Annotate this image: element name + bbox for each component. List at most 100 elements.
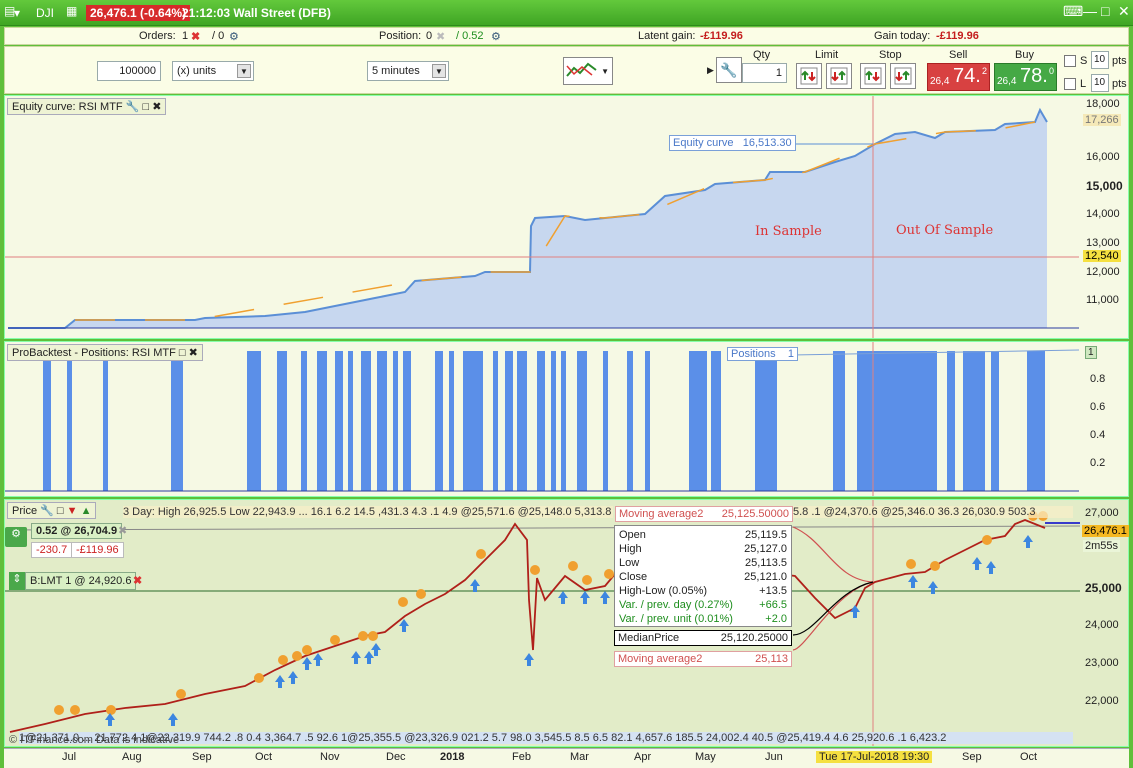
limit-sell-button[interactable] [826,63,852,89]
window-icon[interactable]: □ [179,347,186,359]
cursor-date-tag: Tue 17-Jul-2018 19:30 [816,751,933,763]
quantity-input[interactable]: 100000 [97,61,161,81]
in-sample-label: In Sample [755,224,822,239]
pending-order-box[interactable]: B:LMT 1 @ 24,920.6 [25,572,137,590]
ma-bottom-label: Moving average2 [618,653,703,665]
price-top-overlay-right: 5.8 .1 @24,370.6 @25,346.0 36.3 26,030.9… [793,506,1073,518]
price-chart [5,500,1080,746]
price-title-text: Price [12,505,38,517]
short-pts-label: pts [1112,55,1127,67]
y-tick: 16,000 [1086,151,1120,163]
orders-settings-icon[interactable]: ⚙ [229,30,239,43]
gear-icon[interactable]: ⚙ [5,527,27,547]
moving-average-top-box: Moving average2 25,125.50000 [615,506,793,522]
tooltip-value: +13.5 [759,585,787,597]
long-checkbox[interactable] [1064,78,1076,90]
wrench-icon[interactable]: 🔧 [126,101,140,113]
instrument-name[interactable]: DJI [36,6,54,20]
wrench-icon[interactable]: 🔧 [40,505,54,517]
x-tick: May [695,751,716,763]
stop-sell-icon [894,67,912,85]
long-pts-input[interactable]: 10 [1091,74,1109,92]
gain-today-value: -£119.96 [936,30,979,42]
y-tick: 0.4 [1090,429,1106,441]
buy-arrow-icon[interactable]: ▲ [81,505,92,517]
last-price-tag: 26,476.1 [1082,525,1129,537]
equity-chart [5,96,1079,338]
grid-icon[interactable]: ▦ [66,4,77,18]
cancel-orders-icon[interactable]: ✖ [191,30,200,43]
tooltip-value: 25,127.0 [744,543,787,555]
tooltip-value: +66.5 [759,599,787,611]
info-bar: Orders: 1 ✖ / 0 ⚙ Position: 0 ✖ / 0.52 ⚙… [4,27,1129,45]
sell-button[interactable]: 26,4 74. 2 [927,63,990,91]
position-settings-icon[interactable]: ⚙ [491,30,501,43]
tooltip-value: 25,121.0 [744,571,787,583]
sell-arrow-icon[interactable]: ▼ [67,505,78,517]
move-order-icon[interactable]: ⇕ [9,572,25,590]
equity-curve-label: Equity curve 16,513.30 [669,135,796,151]
buy-price-sup: 0 [1049,66,1055,76]
x-tick: Nov [320,751,340,763]
qty-label: Qty [753,49,771,61]
tooltip-value: 25,113.5 [744,557,787,569]
y-tick: 25,000 [1085,581,1122,595]
keyboard-icon[interactable]: ⌨ [1063,3,1083,20]
median-price-box: MedianPrice 25,120.25000 [614,630,792,646]
dropdown-icon[interactable]: ▾ [14,6,20,20]
short-pts-input[interactable]: 10 [1091,51,1109,69]
pnl-points: -230.7 [31,542,73,558]
chevron-down-icon: ▼ [237,64,251,78]
x-axis [4,748,1129,768]
sell-price-sup: 2 [982,66,988,76]
x-tick-year: 2018 [440,751,465,763]
timeframe-select[interactable]: 5 minutes ▼ [367,61,449,81]
stop-buy-button[interactable] [860,63,886,89]
chevron-down-icon: ▼ [432,64,446,78]
cancel-order-icon[interactable]: ✖ [133,574,142,587]
copyright-text: © ITFinance.com Data is indicative [9,734,180,746]
limit-label: Limit [815,49,839,61]
bar-countdown: 2m55s [1083,540,1121,552]
close-icon[interactable]: ✖ [152,101,161,113]
position-summary-box[interactable]: 0.52 @ 26,704.9 [31,523,123,539]
x-tick: Jul [62,751,77,763]
limit-buy-button[interactable] [796,63,822,89]
price-change-badge: 26,476.1 (-0.64%) [86,5,191,21]
close-icon[interactable]: ✖ [118,524,127,537]
positions-title-text: ProBacktest - Positions: RSI MTF [12,347,176,359]
units-select[interactable]: (x) units ▼ [172,61,254,81]
window-icon[interactable]: □ [57,505,64,517]
tooltip-key: High-Low (0.05%) [619,585,708,597]
limit-buy-icon [800,67,818,85]
indicator-button[interactable]: ▼ [563,57,613,85]
y-tick: 18,000 [1086,98,1120,110]
tooltip-key: Low [619,557,640,569]
stop-sell-button[interactable] [890,63,916,89]
ma-bottom-value: 25,113 [755,653,788,665]
y-tick: 24,000 [1085,619,1119,631]
y-tick: 15,000 [1086,179,1123,193]
close-icon[interactable]: ✖ [189,347,198,359]
window-icon[interactable]: □ [142,101,149,113]
position-label: Position: [379,30,422,42]
candle-tooltip: Open 25,119.5 High 25,127.0 Low 25,113.5 Cl… [614,525,792,627]
qty-input[interactable]: 1 [742,63,787,83]
x-tick: Aug [122,751,142,763]
close-icon[interactable]: ✕ [1118,3,1130,20]
expand-arrow-icon[interactable]: ▶ [707,65,714,76]
buy-button[interactable]: 26,4 78. 0 [994,63,1057,91]
wrench-icon[interactable]: 🔧 [716,57,742,83]
y-tick: 12,000 [1086,266,1120,278]
latent-gain-label: Latent gain: [638,30,696,42]
short-checkbox[interactable] [1064,55,1076,67]
y-tick: 22,000 [1085,695,1119,707]
minimize-icon[interactable]: — [1083,3,1097,19]
close-position-icon[interactable]: ✖ [436,30,445,43]
position-size: / 0.52 [456,30,484,42]
maximize-icon[interactable]: □ [1101,3,1109,19]
median-value: 25,120.25000 [720,632,788,644]
x-tick: Mar [570,751,589,763]
tooltip-key: High [619,543,642,555]
out-sample-label: Out Of Sample [896,223,994,238]
